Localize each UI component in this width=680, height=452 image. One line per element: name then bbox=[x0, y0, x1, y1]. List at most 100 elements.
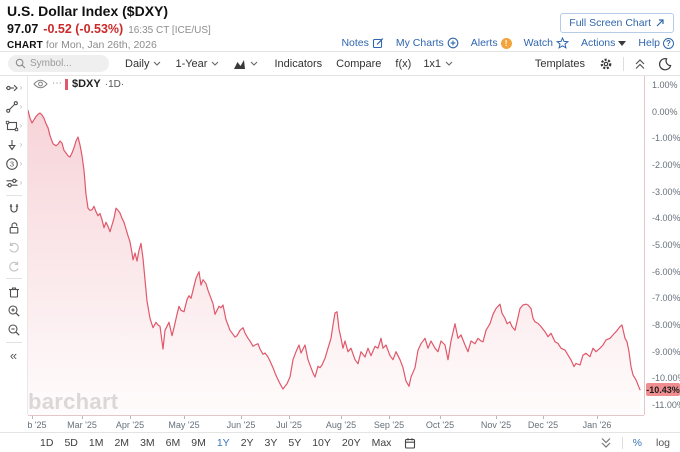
templates-button[interactable]: Templates bbox=[535, 58, 585, 70]
redo-icon bbox=[7, 259, 21, 273]
range-button-1d[interactable]: 1D bbox=[40, 437, 53, 449]
header-link-label: Actions bbox=[581, 37, 615, 49]
percent-scale-toggle[interactable]: % bbox=[633, 437, 642, 449]
range-button-5y[interactable]: 5Y bbox=[288, 437, 301, 449]
toolbar-divider bbox=[623, 57, 624, 71]
chart-settings-button[interactable] bbox=[599, 57, 613, 71]
range-dropdown[interactable]: 1-Year bbox=[175, 58, 219, 70]
shape-tool-icon bbox=[5, 119, 19, 133]
submenu-chevron-icon: › bbox=[20, 84, 23, 92]
x-axis-tick bbox=[543, 416, 544, 419]
y-axis-label: -1.00% bbox=[652, 133, 680, 143]
x-axis-label: Aug '25 bbox=[326, 420, 356, 430]
x-axis-label: Oct '25 bbox=[426, 420, 454, 430]
sidebar-tool-arrow-tools[interactable]: › bbox=[1, 135, 27, 154]
range-button-20y[interactable]: 20Y bbox=[342, 437, 361, 449]
last-value-badge: -10.43% bbox=[646, 383, 680, 396]
chart-plot-area[interactable]: ⋯ $DXY ·1D· barchart bbox=[28, 76, 644, 415]
sidebar-tool-zoom-out[interactable] bbox=[1, 320, 27, 339]
x-axis-label: Jun '25 bbox=[227, 420, 256, 430]
y-axis-label: 0.00% bbox=[652, 107, 678, 117]
x-axis-tick bbox=[130, 416, 131, 419]
double-chevron-down-icon[interactable] bbox=[600, 437, 612, 449]
trash-icon bbox=[7, 285, 21, 299]
log-scale-toggle[interactable]: log bbox=[656, 437, 670, 449]
sidebar-tool-shape-tools[interactable]: › bbox=[1, 116, 27, 135]
y-axis[interactable]: -10.43% 1.00%0.00%-1.00%-2.00%-3.00%-4.0… bbox=[644, 76, 680, 415]
cursor-tool-icon bbox=[5, 81, 19, 95]
quote-timestamp: 16:35 CT [ICE/US] bbox=[128, 25, 211, 36]
search-icon bbox=[15, 58, 26, 69]
fx-button[interactable]: f(x) bbox=[395, 58, 411, 70]
last-price: 97.07 bbox=[7, 22, 38, 36]
gear-icon bbox=[599, 57, 613, 71]
chevron-down-icon bbox=[153, 61, 161, 66]
compare-button[interactable]: Compare bbox=[336, 58, 381, 70]
y-axis-label: -3.00% bbox=[652, 187, 680, 197]
help-circle-icon: ? bbox=[663, 37, 674, 49]
chart-type-dropdown[interactable] bbox=[233, 58, 258, 70]
chevron-down-icon bbox=[211, 61, 219, 66]
chart-main: ››››3››« ⋯ $DXY ·1D· barchart -10.43% 1.… bbox=[0, 76, 680, 415]
zoom-out-icon bbox=[7, 323, 21, 337]
y-axis-label: -6.00% bbox=[652, 267, 680, 277]
header: U.S. Dollar Index ($DXY) 97.07-0.52 (-0.… bbox=[0, 0, 680, 51]
sidebar-tool-wave-count-tools[interactable]: 3› bbox=[1, 154, 27, 173]
full-screen-chart-button[interactable]: Full Screen Chart bbox=[560, 13, 674, 33]
range-button-3m[interactable]: 3M bbox=[140, 437, 155, 449]
bottombar-divider bbox=[622, 437, 623, 449]
sidebar-tool-delete-drawings[interactable] bbox=[1, 282, 27, 301]
range-button-2y[interactable]: 2Y bbox=[241, 437, 254, 449]
legend-more-options-icon[interactable]: ⋯ bbox=[52, 81, 61, 87]
range-button-max[interactable]: Max bbox=[372, 437, 392, 449]
custom-date-range-button[interactable] bbox=[404, 437, 416, 449]
unlock-icon bbox=[7, 221, 21, 235]
sidebar-tool-cursor-tool[interactable]: › bbox=[1, 78, 27, 97]
x-axis-tick bbox=[184, 416, 185, 419]
indicators-button[interactable]: Indicators bbox=[274, 58, 322, 70]
range-button-5d[interactable]: 5D bbox=[64, 437, 77, 449]
range-button-2m[interactable]: 2M bbox=[114, 437, 129, 449]
range-button-10y[interactable]: 10Y bbox=[312, 437, 331, 449]
frequency-dropdown[interactable]: Daily bbox=[125, 58, 161, 70]
y-axis-label: 1.00% bbox=[652, 80, 678, 90]
sidebar-tool-slider-tools[interactable]: › bbox=[1, 173, 27, 192]
range-buttons: 1D 5D 1M 2M 3M 6M 9M 1Y 2Y 3Y 5Y 10Y 20Y Max bbox=[40, 437, 402, 449]
grid-layout-dropdown[interactable]: 1x1 bbox=[423, 58, 453, 70]
symbol-search-input[interactable] bbox=[30, 58, 102, 69]
chevron-down-icon bbox=[445, 61, 453, 66]
header-link-my-charts[interactable]: My Charts bbox=[396, 37, 459, 49]
undo-icon bbox=[7, 240, 21, 254]
header-link-label: Notes bbox=[341, 37, 368, 49]
header-link-help[interactable]: Help? bbox=[638, 37, 674, 49]
range-button-6m[interactable]: 6M bbox=[166, 437, 181, 449]
arrow-tool-icon bbox=[5, 138, 19, 152]
area-chart-type-icon bbox=[233, 58, 246, 70]
sidebar-tool-lock-drawings[interactable] bbox=[1, 218, 27, 237]
header-link-actions[interactable]: Actions bbox=[581, 37, 626, 49]
sidebar-tool-trendline-tools[interactable]: › bbox=[1, 97, 27, 116]
header-link-alerts[interactable]: Alerts! bbox=[471, 37, 512, 49]
range-button-1m[interactable]: 1M bbox=[89, 437, 104, 449]
range-button-3y[interactable]: 3Y bbox=[265, 437, 278, 449]
dark-mode-toggle[interactable] bbox=[658, 57, 672, 71]
range-button-9m[interactable]: 9M bbox=[191, 437, 206, 449]
y-axis-label: -9.00% bbox=[652, 347, 680, 357]
sidebar-tool-zoom-in[interactable] bbox=[1, 301, 27, 320]
x-axis-label: Apr '25 bbox=[116, 420, 144, 430]
sidebar-tool-collapse-toolbar[interactable]: « bbox=[1, 346, 27, 365]
header-link-notes[interactable]: Notes bbox=[341, 37, 383, 49]
price-chart-svg[interactable] bbox=[28, 76, 644, 415]
eye-icon[interactable] bbox=[33, 79, 48, 89]
compare-label: Compare bbox=[336, 58, 381, 70]
alert-badge-icon: ! bbox=[501, 37, 512, 49]
symbol-search[interactable] bbox=[8, 55, 109, 72]
range-button-1y[interactable]: 1Y bbox=[217, 437, 230, 449]
header-link-watch[interactable]: Watch bbox=[524, 37, 569, 49]
collapse-panel-button[interactable] bbox=[634, 58, 646, 70]
x-axis[interactable]: Feb '25Mar '25Apr '25May '25Jun '25Jul '… bbox=[0, 415, 680, 432]
y-axis-label: -4.00% bbox=[652, 213, 680, 223]
page-title: U.S. Dollar Index ($DXY) bbox=[7, 3, 168, 19]
sidebar-tool-magnet-mode[interactable] bbox=[1, 199, 27, 218]
legend-period: ·1D· bbox=[105, 79, 124, 90]
